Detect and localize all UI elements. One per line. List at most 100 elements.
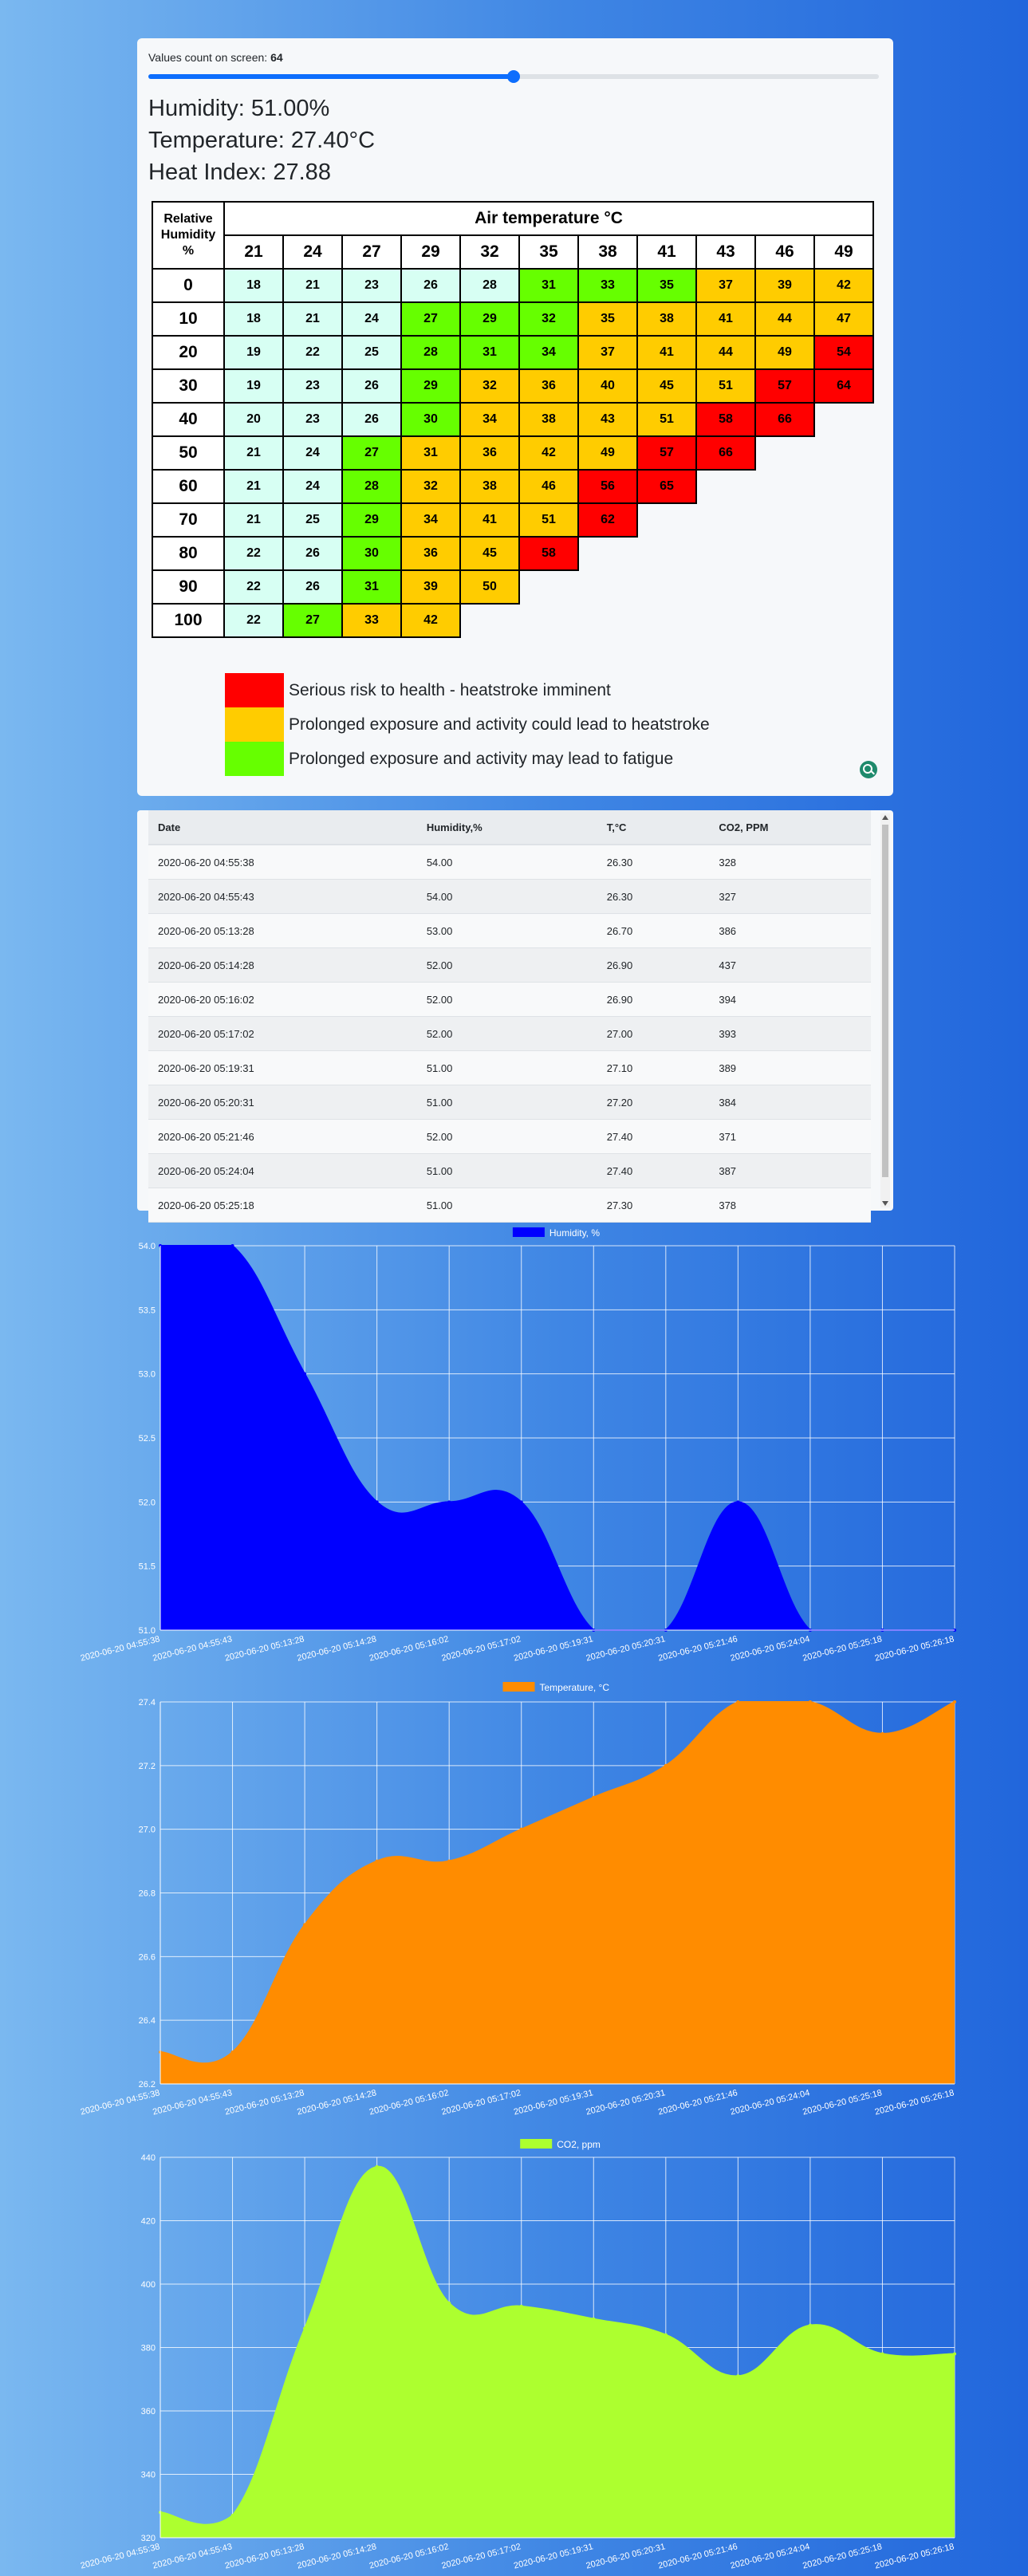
data-point[interactable] [519, 1827, 523, 1831]
heat-index-cell: 42 [400, 603, 461, 638]
heat-index-cell: 46 [518, 469, 579, 504]
table-row[interactable]: 2020-06-20 05:20:31 51.00 27.20 384 [148, 1085, 871, 1120]
heat-index-cell: 25 [282, 502, 343, 538]
data-point[interactable] [592, 1795, 596, 1799]
table-cell: 387 [709, 1153, 871, 1188]
heat-index-cell: 35 [636, 268, 697, 303]
chart-legend-label[interactable]: CO2, ppm [557, 2139, 601, 2150]
data-point[interactable] [375, 1859, 379, 1863]
table-row[interactable]: 2020-06-20 05:14:28 52.00 26.90 437 [148, 947, 871, 983]
scroll-down-icon[interactable] [882, 1201, 888, 1206]
data-point[interactable] [736, 1700, 740, 1704]
data-point[interactable] [736, 2374, 740, 2378]
data-point[interactable] [664, 2333, 668, 2337]
heat-index-cell: 23 [341, 268, 402, 303]
data-point[interactable] [519, 1500, 523, 1504]
temperature-column-header: 21 [223, 234, 284, 270]
data-point[interactable] [880, 2352, 884, 2356]
heat-index-cell: 21 [282, 301, 343, 337]
table-row[interactable]: 2020-06-20 05:19:31 51.00 27.10 389 [148, 1050, 871, 1085]
x-tick-label: 2020-06-20 05:19:31 [513, 2542, 594, 2570]
data-point[interactable] [953, 2352, 956, 2356]
table-row[interactable]: 2020-06-20 05:21:46 52.00 27.40 371 [148, 1119, 871, 1154]
chart-legend-label[interactable]: Temperature, °C [540, 1682, 610, 1693]
table-row[interactable]: 2020-06-20 04:55:43 54.00 26.30 327 [148, 879, 871, 914]
data-point[interactable] [447, 2301, 451, 2305]
table-cell: 393 [709, 1016, 871, 1051]
table-row[interactable]: 2020-06-20 05:13:28 53.00 26.70 386 [148, 913, 871, 948]
x-tick-label: 2020-06-20 05:26:18 [874, 1634, 955, 1663]
data-point[interactable] [230, 2514, 234, 2518]
slider-thumb[interactable] [507, 70, 520, 83]
table-row[interactable]: 2020-06-20 05:25:18 51.00 27.30 378 [148, 1188, 871, 1223]
temperature-chart: 27.427.227.026.826.626.426.22020-06-20 0… [80, 1682, 956, 2117]
table-row[interactable]: 2020-06-20 05:17:02 52.00 27.00 393 [148, 1016, 871, 1051]
legend-text: Serious risk to health - heatstroke immi… [289, 681, 611, 699]
chart-legend-label[interactable]: Humidity, % [549, 1227, 600, 1239]
table-row[interactable]: 2020-06-20 05:16:02 52.00 26.90 394 [148, 982, 871, 1017]
column-header[interactable]: Date [148, 810, 417, 845]
data-point[interactable] [375, 2164, 379, 2168]
temperature-column-header: 41 [636, 234, 697, 270]
data-point[interactable] [808, 2323, 812, 2327]
table-cell: 378 [709, 1188, 871, 1223]
heat-index-cell: 36 [518, 368, 579, 404]
data-point[interactable] [303, 1923, 307, 1927]
heat-row: 30 19 23 26 29 32 36 40 45 51 57 64 [152, 368, 874, 404]
heat-index-cell: 26 [341, 402, 402, 437]
co2-chart: 440 420 400 380 360 340 3202020-06-20 04:55:38… [80, 2139, 956, 2571]
data-point[interactable] [447, 1859, 451, 1863]
heat-index-cell: 19 [223, 368, 284, 404]
empty-cell [814, 503, 873, 537]
data-point[interactable] [953, 1700, 956, 1704]
humidity-header-line: % [182, 244, 195, 258]
heat-index-cell: 54 [813, 335, 874, 370]
empty-cell [519, 570, 578, 604]
data-point[interactable] [736, 1500, 740, 1504]
table-cell: 2020-06-20 04:55:38 [148, 845, 417, 880]
x-tick-label: 2020-06-20 05:17:02 [440, 2542, 522, 2570]
column-header[interactable]: T,°C [597, 810, 710, 845]
data-point[interactable] [230, 1244, 234, 1247]
legend-swatch[interactable] [520, 2139, 553, 2149]
data-point[interactable] [664, 1763, 668, 1767]
column-header[interactable]: CO2, PPM [709, 810, 871, 845]
table-scrollbar[interactable] [880, 813, 890, 1207]
data-point[interactable] [808, 1700, 812, 1704]
data-point[interactable] [230, 2050, 234, 2054]
x-tick-label: 2020-06-20 05:13:28 [224, 2088, 305, 2117]
column-header[interactable]: Humidity,% [416, 810, 597, 845]
heat-index-cell: 25 [341, 335, 402, 370]
scroll-up-icon[interactable] [882, 815, 888, 820]
table-row[interactable]: 2020-06-20 05:24:04 51.00 27.40 387 [148, 1153, 871, 1188]
table-cell: 2020-06-20 04:55:43 [148, 879, 417, 914]
data-point[interactable] [447, 1500, 451, 1504]
empty-cell [755, 436, 814, 470]
heat-index-card: Values count on screen: 64 Humidity: 51.… [137, 38, 893, 796]
values-count-slider[interactable] [148, 70, 879, 83]
humidity-row-header: 60 [152, 469, 225, 504]
table-row[interactable]: 2020-06-20 04:55:38 54.00 26.30 328 [148, 845, 871, 880]
legend-swatch[interactable] [502, 1682, 535, 1692]
heat-index-cell: 34 [459, 402, 520, 437]
data-point[interactable] [375, 1500, 379, 1504]
data-point[interactable] [303, 2326, 307, 2330]
heat-index-cell: 45 [459, 536, 520, 571]
data-point[interactable] [519, 2304, 523, 2308]
heat-row: 0 18 21 23 26 28 31 33 35 37 39 42 [152, 268, 874, 303]
x-tick-label: 2020-06-20 05:25:18 [802, 1634, 883, 1663]
scroll-thumb[interactable] [882, 825, 888, 1177]
zoom-icon[interactable] [860, 761, 877, 778]
x-tick-label: 2020-06-20 05:20:31 [585, 2542, 667, 2570]
data-point[interactable] [592, 2317, 596, 2321]
heat-index-cell: 47 [813, 301, 874, 337]
x-tick-label: 2020-06-20 05:20:31 [585, 1634, 667, 1663]
table-cell: 2020-06-20 05:16:02 [148, 982, 417, 1017]
y-tick-label: 380 [141, 2344, 156, 2353]
data-point[interactable] [303, 1372, 307, 1376]
x-tick-label: 2020-06-20 04:55:38 [80, 2088, 161, 2117]
legend-swatch[interactable] [512, 1227, 545, 1237]
data-point[interactable] [880, 1731, 884, 1735]
empty-cell [578, 570, 637, 604]
x-tick-label: 2020-06-20 05:21:46 [657, 1634, 739, 1663]
